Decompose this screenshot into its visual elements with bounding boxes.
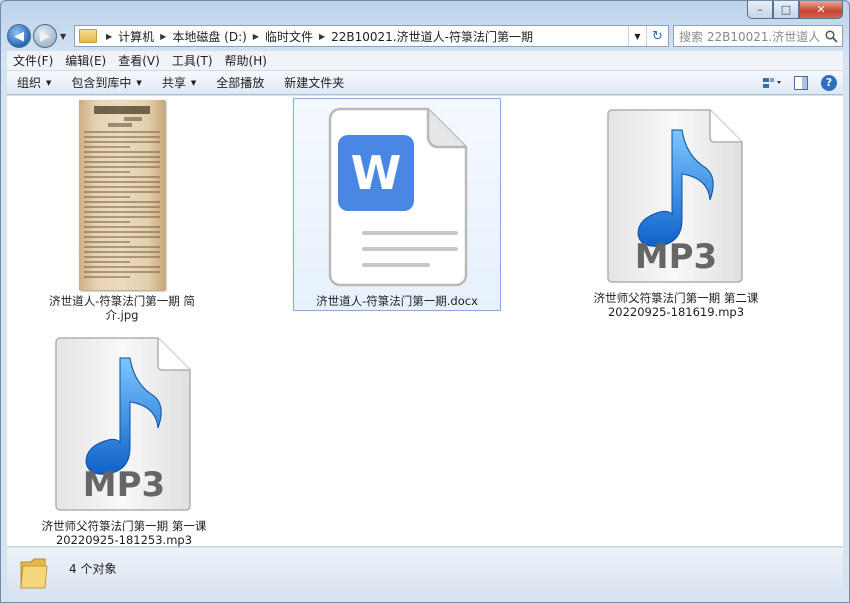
folder-icon	[79, 29, 97, 43]
forward-button[interactable]: ▶	[33, 24, 57, 48]
share-label: 共享	[161, 76, 186, 90]
menu-view[interactable]: 查看(V)	[112, 52, 166, 69]
include-library-label: 包含到库中	[71, 76, 132, 90]
file-item-mp3-lesson2[interactable]: MP3 济世师父符箓法门第一期 第二课 20220925-181619.mp3	[581, 108, 771, 319]
menu-tools[interactable]: 工具(T)	[166, 52, 219, 69]
word-document-icon: W	[322, 107, 472, 290]
menu-file[interactable]: 文件(F)	[7, 52, 59, 69]
file-item-mp3-lesson1[interactable]: MP3 济世师父符箓法门第一期 第一课 20220925-181253.mp3	[29, 336, 219, 547]
breadcrumb-temp[interactable]: 临时文件	[265, 28, 313, 45]
explorer-window: – □ ✕ ◀ ▶ ▼ ▶ 计算机 ▶ 本地磁盘 (D:) ▶ 临时文件 ▶ 2…	[0, 0, 850, 603]
back-button[interactable]: ◀	[7, 24, 31, 48]
mp3-file-icon: MP3	[606, 108, 746, 287]
new-folder-button[interactable]: 新建文件夹	[274, 74, 354, 91]
status-bar: 4 个对象	[7, 548, 843, 598]
organize-button[interactable]: 组织 ▼	[7, 74, 61, 91]
file-name: 济世道人-符箓法门第一期 简介.jpg	[49, 294, 195, 322]
menu-edit[interactable]: 编辑(E)	[59, 52, 112, 69]
chevron-right-icon[interactable]: ▶	[106, 32, 112, 41]
search-input[interactable]: 搜索 22B10021.济世道人-符箓法门...	[679, 28, 820, 45]
forward-arrow-icon: ▶	[40, 28, 50, 44]
breadcrumb-current-folder[interactable]: 22B10021.济世道人-符箓法门第一期	[331, 28, 533, 45]
item-count: 4 个对象	[69, 562, 117, 576]
address-dropdown[interactable]: ▼	[628, 26, 646, 46]
address-bar[interactable]: ▶ 计算机 ▶ 本地磁盘 (D:) ▶ 临时文件 ▶ 22B10021.济世道人…	[74, 25, 669, 47]
refresh-icon[interactable]: ↻	[646, 26, 668, 46]
help-icon[interactable]: ?	[821, 74, 837, 91]
search-box[interactable]: 搜索 22B10021.济世道人-符箓法门...	[673, 25, 843, 47]
word-glyph: W	[351, 146, 402, 200]
chevron-down-icon: ▼	[190, 78, 197, 87]
view-options-icon[interactable]	[759, 73, 787, 93]
close-button[interactable]: ✕	[799, 1, 843, 19]
chevron-down-icon: ▼	[136, 78, 142, 87]
mp3-badge: MP3	[635, 237, 717, 277]
folder-icon	[19, 556, 49, 590]
share-button[interactable]: 共享 ▼	[152, 74, 206, 91]
chevron-right-icon[interactable]: ▶	[253, 32, 259, 41]
mp3-file-icon: MP3	[54, 336, 194, 515]
thumbnail-title	[94, 106, 150, 114]
file-item-docx[interactable]: W 济世道人-符箓法门第一期.docx	[293, 98, 501, 311]
file-name: 济世师父符箓法门第一期 第二课 20220925-181619.mp3	[593, 291, 759, 319]
command-bar: 组织 ▼ 包含到库中 ▼ 共享 ▼ 全部播放 新建文件夹 ?	[7, 71, 843, 95]
chevron-right-icon[interactable]: ▶	[319, 32, 325, 41]
search-icon[interactable]	[820, 29, 842, 43]
chevron-down-icon: ▼	[46, 78, 52, 87]
organize-label: 组织	[17, 76, 42, 90]
minimize-button[interactable]: –	[747, 1, 773, 19]
menu-bar: 文件(F) 编辑(E) 查看(V) 工具(T) 帮助(H)	[7, 51, 843, 71]
recent-pages-dropdown[interactable]: ▼	[60, 32, 70, 41]
back-arrow-icon: ◀	[14, 28, 24, 44]
play-all-button[interactable]: 全部播放	[206, 74, 274, 91]
menu-help[interactable]: 帮助(H)	[219, 52, 273, 69]
file-view: 济世道人-符箓法门第一期 简介.jpg W 济世道人-符箓法门第一期.docx	[7, 96, 843, 547]
image-thumbnail	[79, 100, 165, 290]
preview-pane-icon[interactable]	[787, 73, 815, 93]
breadcrumb-drive[interactable]: 本地磁盘 (D:)	[172, 28, 246, 45]
window-controls: – □ ✕	[747, 1, 843, 19]
file-item-jpg[interactable]: 济世道人-符箓法门第一期 简介.jpg	[37, 100, 207, 322]
navigation-row: ◀ ▶ ▼ ▶ 计算机 ▶ 本地磁盘 (D:) ▶ 临时文件 ▶ 22B1002…	[7, 23, 843, 49]
mp3-badge: MP3	[83, 465, 165, 505]
maximize-button[interactable]: □	[773, 1, 799, 19]
include-in-library-button[interactable]: 包含到库中 ▼	[61, 74, 151, 91]
breadcrumb-computer[interactable]: 计算机	[118, 28, 154, 45]
chevron-right-icon[interactable]: ▶	[160, 32, 166, 41]
file-name: 济世师父符箓法门第一期 第一课 20220925-181253.mp3	[41, 519, 207, 547]
file-name: 济世道人-符箓法门第一期.docx	[316, 294, 478, 308]
